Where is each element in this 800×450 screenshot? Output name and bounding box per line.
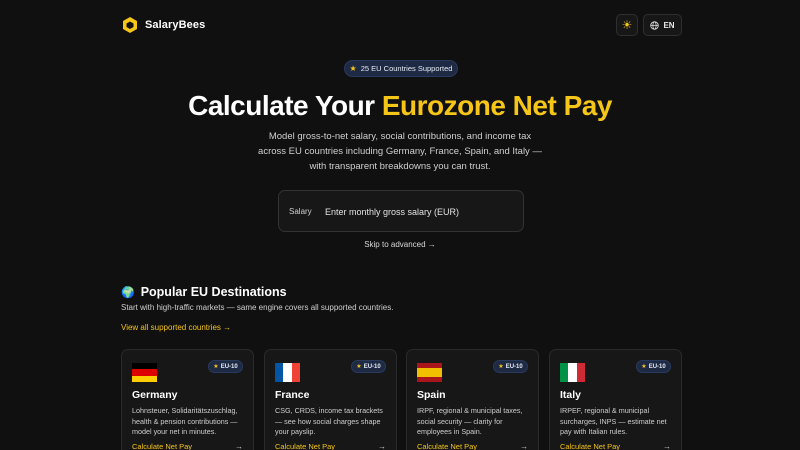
italy-flag-icon — [560, 363, 585, 382]
eu-badge: ★ EU-10 — [493, 360, 528, 373]
star-icon: ★ — [641, 364, 647, 370]
flag-stripe — [275, 363, 284, 382]
destinations-heading: 🌍 Popular EU Destinations — [121, 285, 287, 299]
country-card-italy[interactable]: ★ EU-10 Italy IRPEF, regional & municipa… — [549, 349, 682, 450]
card-description: IRPEF, regional & municipal surcharges, … — [560, 406, 667, 436]
calculate-net-pay-link[interactable]: Calculate Net Pay — [132, 442, 192, 450]
section-title: Popular EU Destinations — [140, 285, 287, 299]
page-title: Calculate Your Eurozone Net Pay — [0, 89, 800, 123]
country-card-spain[interactable]: ★ EU-10 Spain IRPF, regional & municipal… — [406, 349, 539, 450]
flag-stripe — [417, 367, 442, 378]
theme-toggle-button[interactable]: ☀ — [616, 14, 638, 36]
eu-badge: ★ EU-10 — [351, 360, 386, 373]
france-flag-icon — [275, 363, 300, 382]
flag-stripe — [568, 363, 577, 382]
card-title: Spain — [417, 389, 446, 401]
card-description: Lohnsteuer, Solidaritätszuschlag, health… — [132, 406, 238, 436]
flag-stripe — [283, 363, 292, 382]
salary-label: Salary — [289, 206, 312, 216]
calculate-net-pay-link[interactable]: Calculate Net Pay — [275, 442, 335, 450]
flag-stripe — [560, 363, 569, 382]
eu-badge-label: EU-10 — [505, 363, 523, 370]
flag-stripe — [417, 377, 442, 382]
card-title: Italy — [560, 389, 582, 401]
hero-description: Model gross-to-net salary, social contri… — [258, 131, 542, 172]
badge-text: 25 EU Countries Supported — [360, 64, 453, 73]
brand-link[interactable]: SalaryBees — [122, 16, 205, 34]
eu-badge-label: EU-10 — [363, 363, 381, 370]
star-icon: ★ — [498, 364, 504, 370]
country-card-france[interactable]: ★ EU-10 France CSG, CRDS, income tax bra… — [264, 349, 397, 450]
arrow-right-icon: → — [520, 442, 528, 450]
card-description: CSG, CRDS, income tax brackets — see how… — [275, 406, 383, 436]
salary-form: Salary — [278, 190, 524, 232]
title-main: Calculate Your — [188, 90, 382, 121]
section-subtitle: Start with high-traffic markets — same e… — [121, 303, 394, 312]
view-all-countries-link[interactable]: View all supported countries → — [121, 323, 231, 332]
arrow-right-icon: → — [235, 442, 243, 450]
star-icon: ★ — [213, 364, 219, 370]
arrow-right-icon: → — [663, 442, 671, 450]
eu-badge: ★ EU-10 — [208, 360, 243, 373]
eu-badge-label: EU-10 — [648, 363, 666, 370]
hexagon-icon — [123, 17, 137, 33]
globe-icon — [650, 20, 660, 30]
card-title: Germany — [132, 389, 178, 401]
flag-stripe — [291, 363, 300, 382]
flag-stripe — [132, 375, 157, 382]
countries-badge: ★ 25 EU Countries Supported — [344, 60, 458, 77]
title-accent: Eurozone Net Pay — [381, 90, 613, 121]
germany-flag-icon — [132, 363, 157, 382]
sun-icon: ☀ — [621, 18, 633, 32]
language-label: EN — [663, 20, 675, 30]
arrow-right-icon: → — [378, 442, 386, 450]
star-icon: ★ — [356, 364, 362, 370]
top-nav: SalaryBees ☀ EN — [0, 0, 800, 50]
brand-name: SalaryBees — [145, 19, 206, 31]
calculate-net-pay-link[interactable]: Calculate Net Pay — [560, 442, 620, 450]
flag-stripe — [576, 363, 585, 382]
globe-emoji-icon: 🌍 — [121, 286, 135, 299]
eu-badge-label: EU-10 — [220, 363, 238, 370]
card-title: France — [275, 389, 310, 401]
spain-flag-icon — [417, 363, 442, 382]
star-icon: ★ — [349, 64, 357, 73]
country-card-germany[interactable]: ★ EU-10 Germany Lohnsteuer, Solidaritäts… — [121, 349, 254, 450]
language-button[interactable]: EN — [643, 14, 682, 36]
skip-to-advanced-link[interactable]: Skip to advanced → — [0, 240, 800, 249]
eu-badge: ★ EU-10 — [636, 360, 671, 373]
salary-input[interactable] — [319, 201, 514, 223]
card-description: IRPF, regional & municipal taxes, social… — [417, 406, 523, 436]
calculate-net-pay-link[interactable]: Calculate Net Pay — [417, 442, 477, 450]
